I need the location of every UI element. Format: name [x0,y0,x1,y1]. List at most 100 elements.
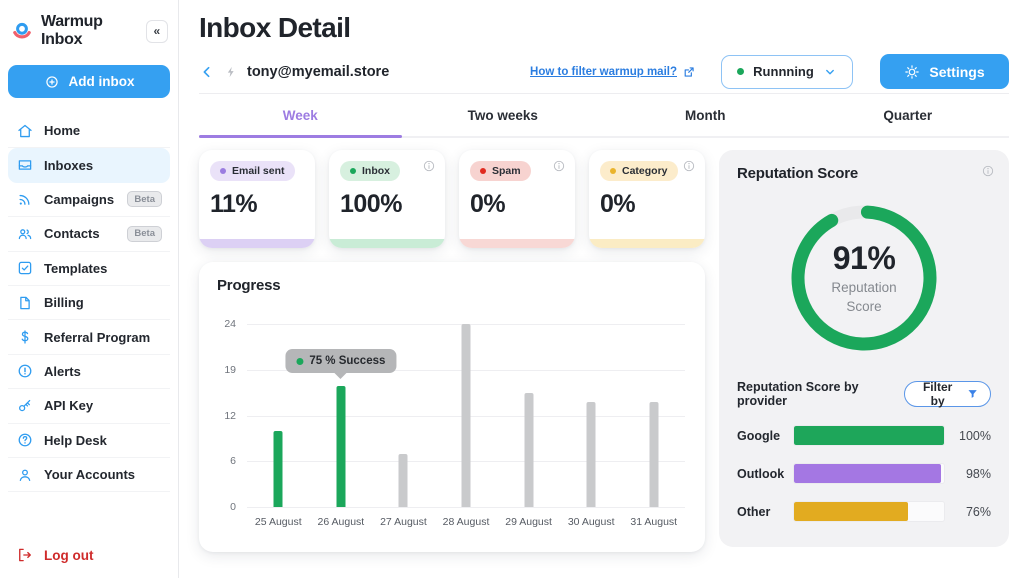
plus-circle-icon [44,74,60,90]
sidebar-item-label: Your Accounts [44,467,135,482]
external-link-icon [682,65,696,79]
beta-badge: Beta [127,191,162,207]
reputation-donut: 91% Reputation Score [784,198,944,358]
logout-button[interactable]: Log out [8,546,170,564]
app-window: Warmup Inbox « Add inbox HomeInboxesCamp… [0,0,1024,578]
stat-label: Category [622,165,668,177]
sidebar-item-templates[interactable]: Templates [8,252,170,286]
chart-bar-25-august[interactable] [274,431,283,507]
x-axis-label: 29 August [505,516,552,528]
y-axis-tick: 12 [224,410,236,422]
tab-month[interactable]: Month [604,94,807,136]
contacts-icon [16,225,34,243]
sidebar-item-label: API Key [44,398,93,413]
tab-two-weeks[interactable]: Two weeks [402,94,605,136]
provider-bars: Google100%Outlook98%Other76% [737,425,991,522]
inbox-email: tony@myemail.store [247,64,389,80]
main-content: Inbox Detail tony@myemail.store How to f… [179,0,1024,578]
filter-by-label: Filter by [916,380,960,408]
stat-card-email-sent: Email sent11% [199,150,315,248]
stat-dot-icon [610,168,616,174]
sidebar-item-label: Alerts [44,364,81,379]
stat-dot-icon [350,168,356,174]
progress-card: Progress 0612192425 August26 August75 % … [199,262,705,552]
campaigns-icon [16,190,34,208]
x-axis-label: 27 August [380,516,427,528]
stat-color-strip [329,239,445,248]
sidebar-item-your-accounts[interactable]: Your Accounts [8,458,170,492]
chart-bar-28-august[interactable] [462,324,471,507]
templates-icon [16,259,34,277]
alerts-icon [16,362,34,380]
info-icon[interactable] [981,164,995,178]
back-chevron-icon[interactable] [199,64,215,80]
provider-name: Other [737,505,785,519]
chart-bar-27-august[interactable] [399,454,408,507]
chart-bar-30-august[interactable] [587,402,596,507]
chart-bar-29-august[interactable] [524,393,533,507]
donut-center: 91% Reputation Score [784,198,944,358]
billing-icon [16,294,34,312]
sidebar-item-inboxes[interactable]: Inboxes [8,148,170,182]
chart-bar-31-august[interactable] [649,402,658,507]
provider-bar-track [793,463,945,484]
y-axis-tick: 6 [230,455,236,467]
sidebar-item-referral-program[interactable]: Referral Program [8,320,170,354]
provider-row-outlook: Outlook98% [737,463,991,484]
sidebar-item-label: Campaigns [44,192,114,207]
provider-bar-fill [794,464,941,483]
sidebar-item-home[interactable]: Home [8,114,170,148]
sidebar-item-campaigns[interactable]: Campaigns Beta [8,183,170,217]
sidebar-item-api-key[interactable]: API Key [8,389,170,423]
x-axis-label: 31 August [630,516,677,528]
stat-value: 0% [600,190,694,219]
status-dropdown[interactable]: Runnning [721,55,853,89]
stat-card-spam: Spam0% [459,150,575,248]
x-axis-label: 30 August [568,516,615,528]
tab-week[interactable]: Week [199,94,402,136]
logout-icon [16,546,34,564]
stat-color-strip [459,239,575,248]
chart-bar-26-august[interactable] [336,386,345,507]
settings-button[interactable]: Settings [880,54,1009,89]
sidebar-item-help-desk[interactable]: Help Desk [8,424,170,458]
by-provider-label: Reputation Score by provider [737,380,904,408]
filter-by-button[interactable]: Filter by [904,381,991,407]
referral-icon [16,328,34,346]
stat-pill: Inbox [340,161,400,181]
sidebar-item-alerts[interactable]: Alerts [8,355,170,389]
stat-card-category: Category 0% [589,150,705,248]
help-link[interactable]: How to filter warmup mail? [530,65,696,79]
sidebar-item-billing[interactable]: Billing [8,286,170,320]
info-icon[interactable] [552,159,566,173]
sidebar-item-label: Home [44,123,80,138]
stat-color-strip [199,239,315,248]
status-label: Runnning [753,64,814,79]
tab-quarter[interactable]: Quarter [807,94,1010,136]
x-axis-label: 26 August [318,516,365,528]
home-icon [16,122,34,140]
stat-value: 0% [470,190,564,219]
stat-pill: Email sent [210,161,295,181]
sidebar-item-contacts[interactable]: ContactsBeta [8,217,170,251]
y-axis-tick: 19 [224,364,236,376]
stat-value: 100% [340,190,434,219]
info-icon[interactable] [422,159,436,173]
provider-bar-fill [794,426,944,445]
period-tabs: WeekTwo weeksMonthQuarter [199,94,1009,138]
provider-row-other: Other 76% [737,501,991,522]
info-icon[interactable] [682,159,696,173]
logout-label: Log out [44,548,93,563]
chart-slot: 26 August75 % Success [310,324,373,507]
progress-title: Progress [217,277,687,294]
app-title: Warmup Inbox [41,13,139,49]
settings-label: Settings [929,64,984,80]
add-inbox-button[interactable]: Add inbox [8,65,170,98]
bolt-icon [224,65,238,79]
page-title: Inbox Detail [199,12,1009,44]
stat-cards-row: Email sent11% Inbox 100% Spam0% Category 0% [199,150,705,248]
status-dot-icon [737,68,744,75]
sidebar-collapse-button[interactable]: « [146,20,168,43]
provider-percent: 76% [953,505,991,519]
help-icon [16,431,34,449]
